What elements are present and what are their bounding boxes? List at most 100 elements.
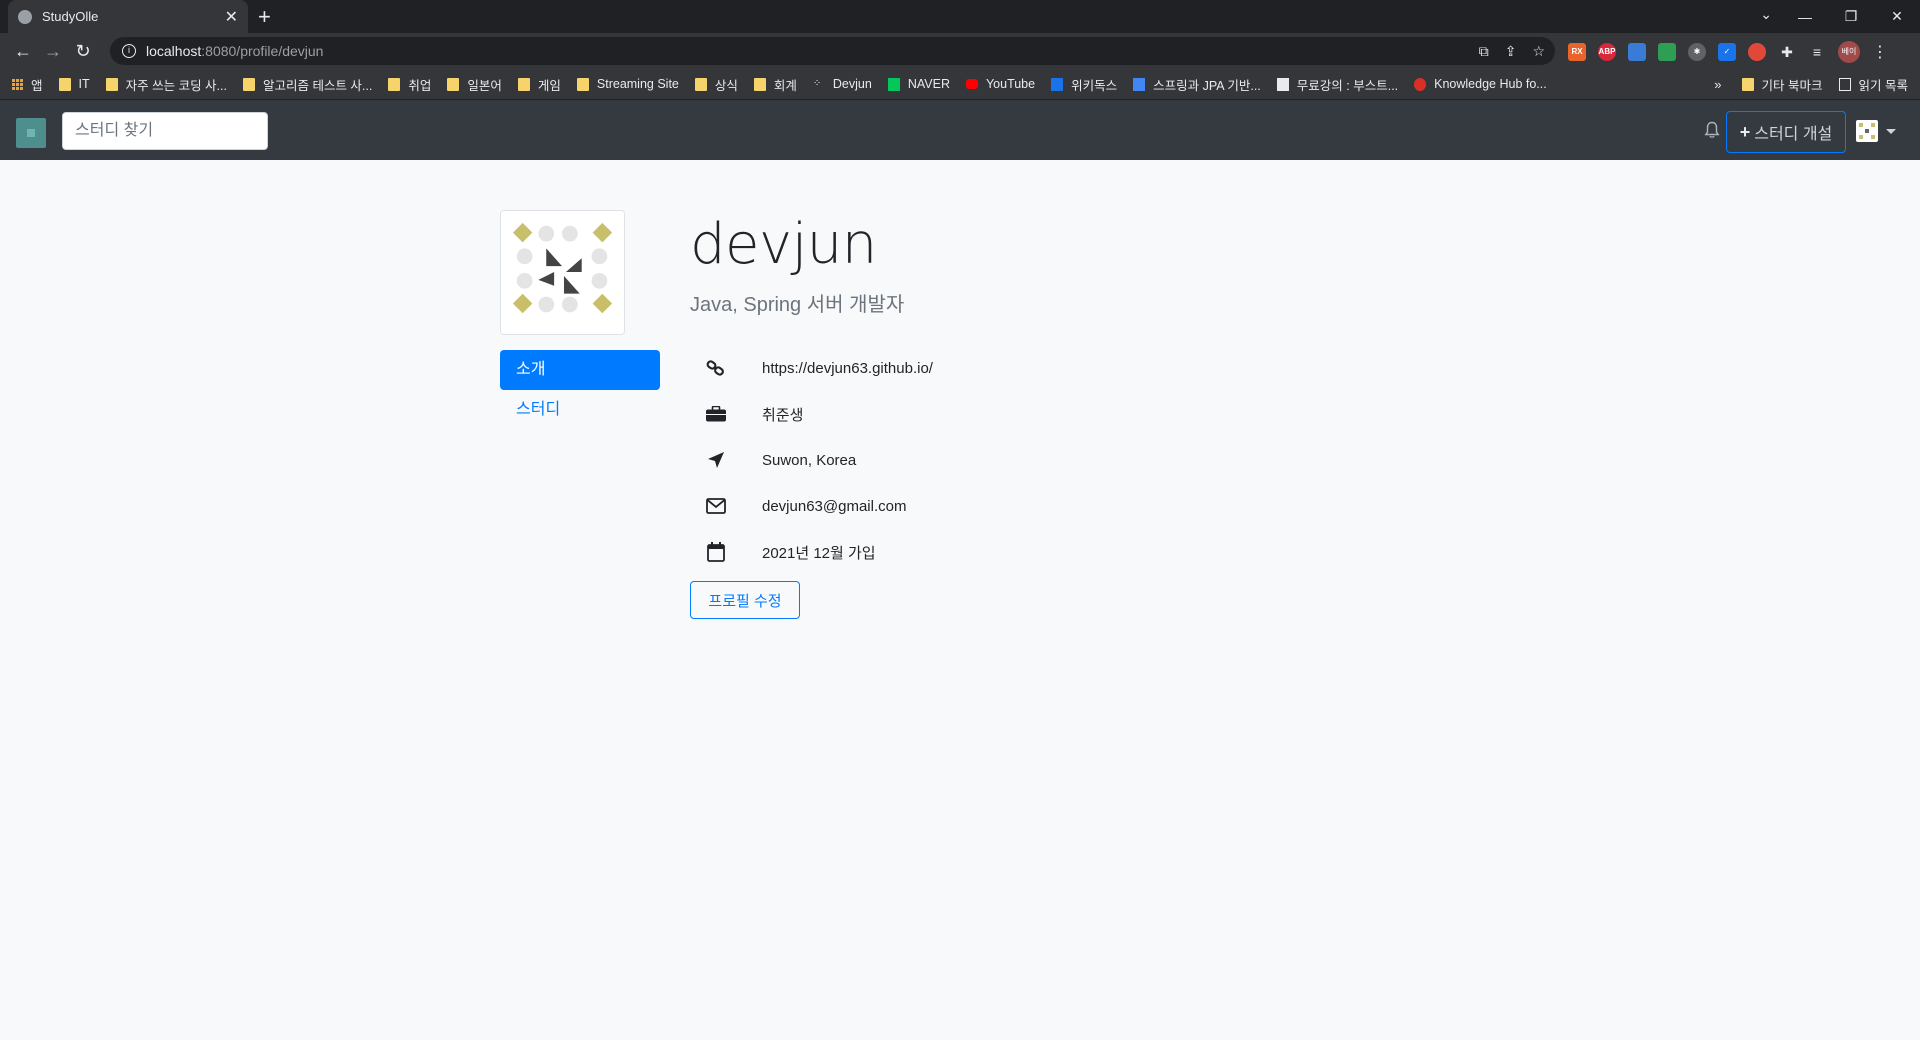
extension-icon[interactable] bbox=[1748, 43, 1766, 61]
extension-icon[interactable]: RX bbox=[1568, 43, 1586, 61]
profile-location: Suwon, Korea bbox=[762, 451, 857, 469]
folder-icon bbox=[1741, 78, 1754, 91]
boostcourse-icon bbox=[1276, 77, 1289, 91]
bookmark-folder[interactable]: IT bbox=[58, 77, 90, 91]
minimize-button[interactable]: — bbox=[1782, 9, 1828, 25]
plus-icon: + bbox=[1739, 121, 1751, 142]
profile-url-row: https://devjun63.github.io/ bbox=[690, 345, 933, 391]
profile-identicon bbox=[500, 210, 625, 335]
folder-icon bbox=[753, 77, 766, 91]
folder-icon bbox=[388, 77, 401, 91]
tab-search-icon[interactable]: ⌄ bbox=[1760, 6, 1772, 23]
browser-profile-avatar[interactable]: 베이 bbox=[1838, 41, 1860, 63]
browser-menu-icon[interactable]: ⋮ bbox=[1872, 42, 1888, 62]
browser-toolbar: ← → ↻ i localhost:8080/profile/devjun ⧉ … bbox=[0, 33, 1920, 69]
tab-intro[interactable]: 소개 bbox=[500, 350, 660, 390]
browser-tab-strip: StudyOlle ✕ + ⌄ — ❐ ✕ bbox=[0, 0, 1920, 33]
apps-grid-icon bbox=[12, 78, 23, 90]
bookmark-link[interactable]: YouTube bbox=[965, 77, 1035, 91]
caret-down-icon bbox=[1886, 128, 1896, 134]
window-controls: — ❐ ✕ bbox=[1782, 0, 1920, 33]
bookmark-star-icon[interactable]: ☆ bbox=[1532, 43, 1545, 60]
bookmark-other-folder[interactable]: 기타 북마크 bbox=[1741, 75, 1823, 94]
reading-list-button[interactable]: 읽기 목록 bbox=[1838, 75, 1908, 94]
address-bar[interactable]: i localhost:8080/profile/devjun ⧉ ⇪ ☆ bbox=[110, 37, 1555, 65]
brand-logo[interactable] bbox=[16, 118, 46, 148]
profile-tabs: 소개 스터디 bbox=[500, 350, 660, 430]
tab-study[interactable]: 스터디 bbox=[500, 390, 660, 430]
bookmark-folder[interactable]: 게임 bbox=[517, 75, 561, 94]
restore-button[interactable]: ❐ bbox=[1828, 8, 1874, 25]
new-tab-button[interactable]: + bbox=[258, 4, 271, 30]
folder-icon bbox=[694, 77, 707, 91]
user-menu-toggle[interactable] bbox=[1856, 120, 1896, 142]
study-search-input[interactable] bbox=[62, 112, 268, 150]
close-tab-icon[interactable]: ✕ bbox=[225, 7, 238, 27]
check-extension-icon[interactable]: ✓ bbox=[1718, 43, 1736, 61]
extension-icon[interactable] bbox=[1628, 43, 1646, 61]
adblock-icon[interactable]: ABP bbox=[1598, 43, 1616, 61]
wikidocs-icon bbox=[1051, 77, 1064, 91]
bookmark-folder[interactable]: 알고리즘 테스트 사... bbox=[242, 75, 372, 94]
app-navbar: + 스터디 개설 bbox=[0, 100, 1920, 160]
naver-icon bbox=[887, 77, 900, 91]
bell-icon[interactable] bbox=[1704, 121, 1720, 139]
location-arrow-icon bbox=[704, 448, 728, 472]
folder-icon bbox=[105, 77, 118, 91]
bookmark-folder[interactable]: 취업 bbox=[388, 75, 431, 94]
profile-occupation-row: 취준생 bbox=[690, 391, 933, 437]
reading-list-icon[interactable]: ≡ bbox=[1808, 43, 1826, 61]
bookmark-link[interactable]: NAVER bbox=[887, 77, 950, 91]
bookmarks-bar: 앱 IT 자주 쓰는 코딩 사... 알고리즘 테스트 사... 취업 일본어 … bbox=[0, 69, 1920, 100]
bookmark-folder[interactable]: 자주 쓰는 코딩 사... bbox=[105, 75, 227, 94]
reading-list-icon bbox=[1838, 78, 1851, 91]
bookmark-link[interactable]: 위키독스 bbox=[1051, 75, 1117, 94]
site-info-icon[interactable]: i bbox=[122, 44, 136, 58]
bookmark-link[interactable]: 스프링과 JPA 기반... bbox=[1133, 75, 1261, 94]
bookmark-folder[interactable]: Streaming Site bbox=[576, 77, 679, 91]
profile-email[interactable]: devjun63@gmail.com bbox=[762, 498, 906, 515]
folder-icon bbox=[58, 77, 71, 91]
translate-icon[interactable]: ⧉ bbox=[1479, 43, 1489, 60]
globe-icon bbox=[18, 9, 32, 24]
folder-icon bbox=[242, 77, 255, 91]
bookmark-link[interactable]: Knowledge Hub fo... bbox=[1414, 77, 1547, 91]
close-window-button[interactable]: ✕ bbox=[1874, 8, 1920, 25]
profile-joined: 2021년 12월 가입 bbox=[762, 544, 876, 562]
edit-profile-button[interactable]: 프로필 수정 bbox=[690, 581, 800, 619]
profile-location-row: Suwon, Korea bbox=[690, 437, 933, 483]
forward-button[interactable]: → bbox=[38, 41, 68, 62]
back-button[interactable]: ← bbox=[8, 41, 38, 62]
folder-icon bbox=[576, 77, 589, 91]
profile-info-list: https://devjun63.github.io/ 취준생 Suwon, K… bbox=[690, 345, 933, 575]
new-study-button[interactable]: + 스터디 개설 bbox=[1726, 111, 1846, 153]
gear-extension-icon[interactable]: ✱ bbox=[1688, 43, 1706, 61]
knowledge-hub-icon bbox=[1414, 77, 1427, 91]
tab-title: StudyOlle bbox=[42, 9, 99, 24]
briefcase-icon bbox=[704, 402, 728, 426]
bookmark-apps[interactable]: 앱 bbox=[12, 75, 43, 94]
folder-icon bbox=[517, 77, 530, 91]
profile-bio: Java, Spring 서버 개발자 bbox=[690, 294, 905, 316]
calendar-icon bbox=[704, 540, 728, 564]
puzzle-icon[interactable]: ✚ bbox=[1778, 43, 1796, 61]
profile-email-row: devjun63@gmail.com bbox=[690, 483, 933, 529]
browser-tab[interactable]: StudyOlle ✕ bbox=[8, 0, 248, 33]
document-icon bbox=[1133, 77, 1146, 91]
bookmark-folder[interactable]: 회계 bbox=[753, 75, 797, 94]
youtube-icon bbox=[965, 79, 978, 89]
profile-name: devjun bbox=[690, 212, 877, 277]
user-avatar bbox=[1856, 120, 1878, 142]
bookmark-folder[interactable]: 일본어 bbox=[447, 75, 502, 94]
reload-button[interactable]: ↻ bbox=[68, 41, 98, 62]
bookmarks-overflow-button[interactable]: » bbox=[1714, 77, 1721, 92]
extension-icon[interactable] bbox=[1658, 43, 1676, 61]
new-study-label: 스터디 개설 bbox=[1754, 126, 1833, 143]
bookmark-folder[interactable]: 상식 bbox=[694, 75, 738, 94]
bookmark-link[interactable]: 무료강의 : 부스트... bbox=[1276, 75, 1398, 94]
profile-url[interactable]: https://devjun63.github.io/ bbox=[762, 360, 933, 377]
bookmark-link[interactable]: ⁘ Devjun bbox=[813, 77, 872, 91]
link-icon bbox=[704, 356, 728, 380]
share-icon[interactable]: ⇪ bbox=[1505, 43, 1517, 60]
folder-icon bbox=[447, 77, 460, 91]
